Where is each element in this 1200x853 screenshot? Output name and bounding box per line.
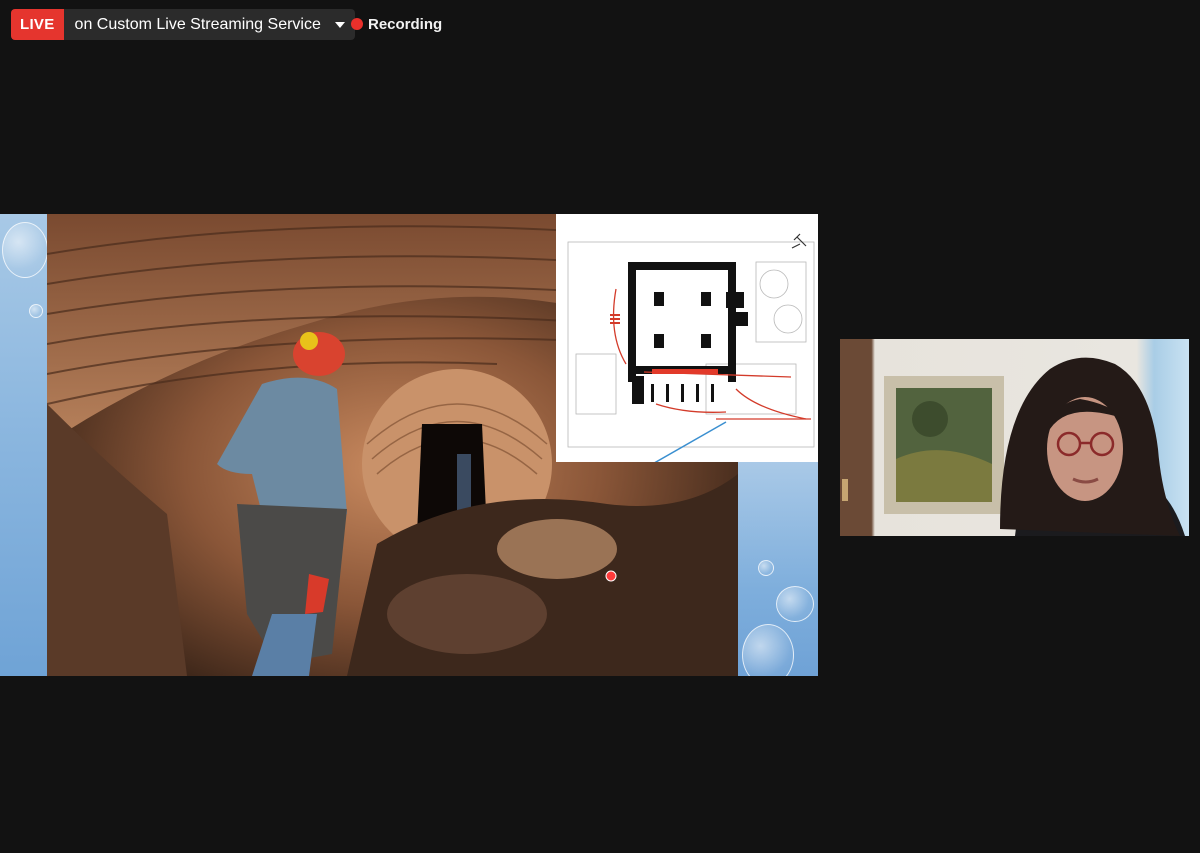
live-badge[interactable]: LIVE xyxy=(11,9,64,40)
chevron-down-icon[interactable] xyxy=(334,22,345,28)
water-drop-decoration xyxy=(776,586,814,622)
participant-video-tile[interactable] xyxy=(840,339,1189,536)
water-drop-decoration xyxy=(2,222,48,278)
water-drop-decoration xyxy=(29,304,43,318)
participant-video-frame xyxy=(840,339,1189,536)
live-stream-control[interactable]: LIVE on Custom Live Streaming Service xyxy=(11,9,355,40)
stream-service-dropdown[interactable]: on Custom Live Streaming Service xyxy=(63,9,355,40)
recording-dot-icon xyxy=(351,18,363,30)
slide-background-left xyxy=(0,214,47,676)
recording-label: Recording xyxy=(368,15,443,33)
stream-service-label: on Custom Live Streaming Service xyxy=(74,15,321,33)
floor-plan-drawing xyxy=(556,214,818,462)
recording-indicator[interactable]: Recording xyxy=(351,14,442,34)
shared-screen xyxy=(0,214,818,676)
meeting-top-bar: LIVE on Custom Live Streaming Service Re… xyxy=(0,0,1200,50)
water-drop-decoration xyxy=(758,560,774,576)
floor-plan-inset xyxy=(556,214,818,462)
